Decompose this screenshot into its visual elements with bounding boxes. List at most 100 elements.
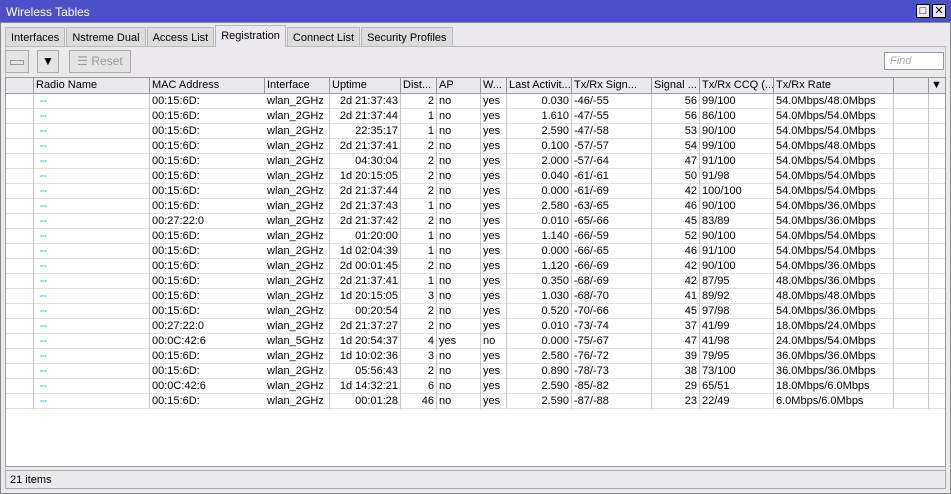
table-row[interactable]: ⇔ 00:27:22:0 wlan_2GHz 2d 21:37:42 2 no yes 0.0… [6, 214, 945, 229]
table-row[interactable]: ⇔ 00:15:6D: wlan_2GHz 01:20:00 1 no yes 1.140 -6… [6, 229, 945, 244]
table-row[interactable]: ⇔ 00:15:6D: wlan_2GHz 1d 20:15:05 3 no yes 1.03… [6, 289, 945, 304]
remove-button[interactable] [5, 50, 29, 73]
mac-address-cell: 00:15:6D: [152, 245, 200, 257]
column-header-wds[interactable]: W... [481, 78, 507, 94]
column-header-tx-rx-rate[interactable]: Tx/Rx Rate [774, 78, 894, 94]
wds-cell: yes [481, 364, 507, 379]
filter-button[interactable]: ▼ [37, 50, 59, 73]
signal-cell: 52 [652, 229, 700, 244]
table-row[interactable]: ⇔ 00:27:22:0 wlan_2GHz 2d 21:37:27 2 no yes 0.0… [6, 319, 945, 334]
table-row[interactable]: ⇔ 00:15:6D: wlan_2GHz 2d 21:37:44 1 no yes 1.61… [6, 109, 945, 124]
interface-cell: wlan_2GHz [265, 379, 330, 394]
table-row[interactable]: ⇔ 00:15:6D: wlan_2GHz 2d 21:37:41 2 no yes 0.10… [6, 139, 945, 154]
row-selector [6, 289, 34, 304]
table-row[interactable]: ⇔ 00:15:6D: wlan_2GHz 05:56:43 2 no yes 0.890 -7… [6, 364, 945, 379]
column-header-last-activity[interactable]: Last Activit... [507, 78, 572, 94]
last-activity-cell: 0.890 [507, 364, 572, 379]
column-header-tx-rx-signal[interactable]: Tx/Rx Sign... [572, 78, 652, 94]
reset-label: Reset [91, 54, 123, 68]
table-row[interactable]: ⇔ 00:15:6D: wlan_2GHz 1d 02:04:39 1 no yes 0.00… [6, 244, 945, 259]
column-header-signal[interactable]: Signal ... [652, 78, 700, 94]
tx-rx-ccq-cell: 91/98 [700, 169, 774, 184]
find-input[interactable]: Find [884, 52, 944, 70]
table-row[interactable]: ⇔ 00:15:6D: wlan_2GHz 1d 10:02:36 3 no yes 2.58… [6, 349, 945, 364]
extra-cell [894, 319, 929, 334]
table-row[interactable]: ⇔ 00:15:6D: wlan_2GHz 22:35:17 1 no yes 2.590 -4… [6, 124, 945, 139]
tab-registration[interactable]: Registration [215, 25, 286, 47]
mac-address-cell: 00:15:6D: [152, 95, 200, 107]
filter-icon: ▼ [42, 54, 54, 68]
distance-cell: 2 [401, 169, 437, 184]
column-header-mac-address[interactable]: MAC Address [150, 78, 265, 94]
column-header-select[interactable] [6, 78, 34, 94]
tx-rx-ccq-cell: 90/100 [700, 124, 774, 139]
mac-address-cell: 00:15:6D: [152, 365, 200, 377]
tx-rx-rate-cell: 54.0Mbps/54.0Mbps [774, 124, 894, 139]
column-header-ap[interactable]: AP [437, 78, 481, 94]
reset-icon: ☰ [77, 54, 92, 68]
extra-cell [894, 349, 929, 364]
column-header-interface[interactable]: Interface [265, 78, 330, 94]
distance-cell: 6 [401, 379, 437, 394]
column-header-radio-name[interactable]: Radio Name [34, 78, 150, 94]
column-header-uptime[interactable]: Uptime [330, 78, 401, 94]
table-row[interactable]: ⇔ 00:15:6D: wlan_2GHz 04:30:04 2 no yes 2.000 -5… [6, 154, 945, 169]
signal-cell: 47 [652, 154, 700, 169]
radio-name-cell: ⇔ [34, 334, 150, 349]
table-row[interactable]: ⇔ 00:15:6D: wlan_2GHz 2d 21:37:41 1 no yes 0.35… [6, 274, 945, 289]
wireless-client-icon: ⇔ [38, 260, 49, 272]
table-row[interactable]: ⇔ 00:15:6D: wlan_2GHz 2d 21:37:44 2 no yes 0.00… [6, 184, 945, 199]
wds-cell: yes [481, 379, 507, 394]
wds-cell: yes [481, 289, 507, 304]
ap-cell: no [437, 214, 481, 229]
tx-rx-ccq-cell: 90/100 [700, 199, 774, 214]
column-header-extra[interactable] [894, 78, 929, 94]
table-row[interactable]: ⇔ 00:15:6D: wlan_2GHz 2d 21:37:43 1 no yes 2.58… [6, 199, 945, 214]
mac-address-cell: 00:15:6D: [152, 155, 200, 167]
tab-security-profiles[interactable]: Security Profiles [361, 27, 453, 47]
table-row[interactable]: ⇔ 00:15:6D: wlan_2GHz 2d 00:01:45 2 no yes 1.12… [6, 259, 945, 274]
interface-cell: wlan_2GHz [265, 274, 330, 289]
uptime-cell: 2d 00:01:45 [330, 259, 401, 274]
table-row[interactable]: ⇔ 00:15:6D: wlan_2GHz 2d 21:37:43 2 no yes 0.03… [6, 94, 945, 109]
tab-interfaces[interactable]: Interfaces [5, 27, 66, 47]
tx-rx-rate-cell: 54.0Mbps/48.0Mbps [774, 139, 894, 154]
tab-connect-list[interactable]: Connect List [286, 27, 361, 47]
reset-button[interactable]: ☰ Reset [69, 50, 131, 73]
tx-rx-rate-cell: 48.0Mbps/36.0Mbps [774, 274, 894, 289]
row-selector [6, 274, 34, 289]
close-button[interactable]: ✕ [932, 4, 946, 18]
table-row[interactable]: ⇔ 00:15:6D: wlan_2GHz 1d 20:15:05 2 no yes 0.04… [6, 169, 945, 184]
wireless-client-icon: ⇔ [38, 305, 49, 317]
uptime-cell: 2d 21:37:27 [330, 319, 401, 334]
window-title: Wireless Tables [6, 5, 90, 19]
wireless-client-icon: ⇔ [38, 275, 49, 287]
table-row[interactable]: ⇔ 00:0C:42:6 wlan_2GHz 1d 14:32:21 6 no yes 2.5… [6, 379, 945, 394]
column-header-distance[interactable]: Dist... [401, 78, 437, 94]
distance-cell: 2 [401, 319, 437, 334]
extra-cell [894, 259, 929, 274]
radio-name-cell: ⇔ [34, 169, 150, 184]
uptime-cell: 1d 20:15:05 [330, 289, 401, 304]
column-menu-button[interactable]: ▼ [929, 78, 945, 94]
tab-access-list[interactable]: Access List [146, 27, 215, 47]
interface-cell: wlan_2GHz [265, 124, 330, 139]
table-row[interactable]: ⇔ 00:0C:42:6 wlan_5GHz 1d 20:54:37 4 yes no 0.0… [6, 334, 945, 349]
tx-rx-signal-cell: -68/-69 [572, 274, 652, 289]
extra-cell [894, 214, 929, 229]
radio-name-cell: ⇔ [34, 184, 150, 199]
tx-rx-rate-cell: 18.0Mbps/24.0Mbps [774, 319, 894, 334]
tab-bar: Interfaces Nstreme Dual Access List Regi… [5, 25, 454, 47]
last-activity-cell: 1.120 [507, 259, 572, 274]
table-row[interactable]: ⇔ 00:15:6D: wlan_2GHz 00:01:28 46 no yes 2.590-… [6, 394, 945, 409]
last-activity-cell: 1.610 [507, 109, 572, 124]
wireless-client-icon: ⇔ [38, 245, 49, 257]
column-header-tx-rx-ccq[interactable]: Tx/Rx CCQ (... [700, 78, 774, 94]
table-row[interactable]: ⇔ 00:15:6D: wlan_2GHz 00:20:54 2 no yes 0.520 -7… [6, 304, 945, 319]
interface-cell: wlan_2GHz [265, 154, 330, 169]
maximize-button[interactable]: □ [916, 4, 930, 18]
tx-rx-signal-cell: -63/-65 [572, 199, 652, 214]
tab-nstreme-dual[interactable]: Nstreme Dual [66, 27, 146, 47]
signal-cell: 42 [652, 259, 700, 274]
mac-address-cell: 00:27:22:0 [152, 215, 204, 227]
